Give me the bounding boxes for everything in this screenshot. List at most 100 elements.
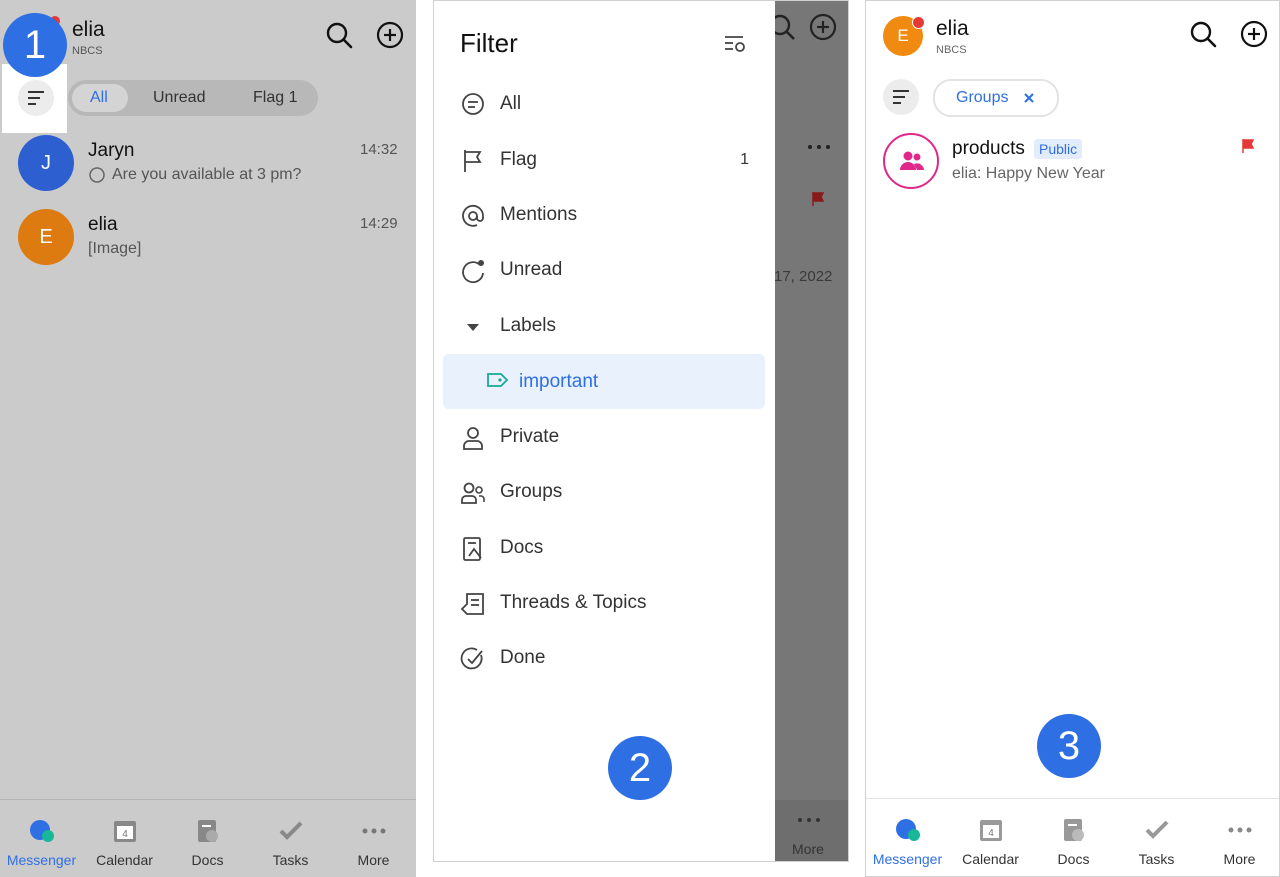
chat-bubble-icon: [462, 93, 484, 115]
document-icon: [463, 537, 482, 561]
avatar: J: [18, 135, 74, 191]
add-circle-icon[interactable]: [1240, 20, 1268, 48]
filter-item-all[interactable]: All: [434, 80, 775, 130]
filter-item-threads-topics[interactable]: Threads & Topics: [434, 579, 775, 629]
chat-row[interactable]: products Public elia: Happy New Year: [866, 129, 1279, 197]
more-dots-icon: [362, 828, 386, 834]
filter-button[interactable]: [883, 79, 919, 115]
chat-time: 14:32: [360, 141, 398, 158]
filter-lines-icon: [28, 91, 44, 105]
add-circle-icon: [809, 13, 837, 41]
person-icon: [463, 427, 483, 450]
tab-label: Calendar: [962, 851, 1019, 867]
unread-icon: [462, 260, 484, 284]
calendar-icon: 4: [114, 821, 136, 842]
add-circle-icon[interactable]: [376, 21, 404, 49]
filter-item-label: Private: [500, 426, 560, 447]
user-org: NBCS: [936, 44, 967, 56]
chat-row[interactable]: E elia 14:29 [Image]: [0, 204, 416, 276]
filter-item-done[interactable]: Done: [434, 634, 775, 684]
filter-item-label: Done: [500, 647, 546, 668]
threads-icon: [460, 593, 484, 615]
tab-label: Messenger: [6, 852, 77, 868]
messenger-panel-step1: elia NBCS 1 All Unread Flag 1 J Jaryn 14…: [0, 0, 416, 877]
check-circle-icon: [460, 647, 483, 670]
messenger-panel-step3: E elia NBCS Groups products Public elia:…: [865, 0, 1280, 877]
tasks-icon: [1145, 820, 1169, 839]
messenger-icon: [30, 820, 54, 842]
filter-item-unread[interactable]: Unread: [434, 246, 775, 296]
user-status-dot: [912, 16, 925, 29]
tab-tasks[interactable]: Tasks: [1115, 799, 1198, 876]
calendar-day: 4: [122, 829, 128, 840]
filter-item-important[interactable]: important: [443, 354, 765, 409]
tab-label: Messenger: [872, 851, 943, 867]
filter-settings-icon[interactable]: [724, 34, 746, 54]
close-icon[interactable]: [1023, 92, 1035, 104]
segment-all[interactable]: All: [90, 89, 108, 107]
segment-flag[interactable]: Flag 1: [253, 89, 297, 107]
unread-status-icon: [89, 167, 105, 183]
search-icon[interactable]: [1189, 20, 1217, 48]
tab-label: Calendar: [96, 852, 153, 868]
docs-icon: [198, 820, 218, 842]
filter-item-count: 1: [740, 151, 749, 168]
segment-unread[interactable]: Unread: [153, 89, 205, 107]
filter-item-label: Labels: [500, 315, 556, 336]
segment-control: All Unread Flag 1: [68, 80, 318, 116]
background-tabbar: More: [775, 800, 848, 861]
tab-label: Tasks: [272, 852, 309, 868]
filter-item-flag[interactable]: Flag 1: [434, 136, 775, 186]
avatar: E: [18, 209, 74, 265]
filter-item-label: All: [500, 93, 522, 114]
filter-item-label: Flag: [500, 149, 537, 170]
tab-label: Docs: [1057, 851, 1090, 867]
search-icon[interactable]: [325, 21, 353, 49]
user-org: NBCS: [72, 45, 103, 57]
chat-preview: elia: Happy New Year: [952, 165, 1105, 182]
chat-time: 14:29: [360, 215, 398, 232]
calendar-icon: 4: [980, 820, 1002, 841]
flag-icon[interactable]: [1241, 138, 1255, 154]
chat-row[interactable]: J Jaryn 14:32 Are you available at 3 pm?: [0, 130, 416, 202]
docs-icon: [1064, 819, 1084, 841]
step-number-badge: 2: [608, 736, 672, 800]
tab-label: More: [357, 852, 390, 868]
filter-drawer-panel-step2: 17, 2022 More Filter All Flag 1 Mentions…: [433, 0, 849, 862]
chat-preview: [Image]: [88, 240, 142, 257]
tab-label: Docs: [191, 852, 224, 868]
public-badge: Public: [1034, 139, 1083, 159]
tab-calendar[interactable]: 4 Calendar: [949, 799, 1032, 876]
filter-drawer: Filter All Flag 1 Mentions Unread Labels…: [434, 1, 775, 861]
more-dots-icon: [808, 145, 830, 149]
tab-more[interactable]: More: [332, 800, 415, 877]
filter-item-groups[interactable]: Groups: [434, 468, 775, 518]
filter-button[interactable]: [18, 80, 54, 116]
filter-item-docs[interactable]: Docs: [434, 524, 775, 574]
tab-calendar[interactable]: 4 Calendar: [83, 800, 166, 877]
active-filter-chip[interactable]: Groups: [933, 79, 1059, 117]
drawer-title: Filter: [460, 28, 518, 58]
active-filter-label: Groups: [956, 89, 1009, 106]
background-date: 17, 2022: [774, 268, 833, 285]
flag-icon: [812, 192, 825, 206]
tab-messenger[interactable]: Messenger: [0, 800, 83, 877]
chat-name: elia: [88, 214, 118, 235]
chat-preview: Are you available at 3 pm?: [112, 166, 302, 183]
tasks-icon: [279, 821, 303, 840]
tab-docs[interactable]: Docs: [166, 800, 249, 877]
filter-item-mentions[interactable]: Mentions: [434, 191, 775, 241]
chat-name: Jaryn: [88, 140, 135, 161]
step-number-badge: 3: [1037, 714, 1101, 778]
filter-item-labels[interactable]: Labels: [434, 302, 775, 352]
tab-docs[interactable]: Docs: [1032, 799, 1115, 876]
user-name: elia: [936, 17, 969, 40]
filter-item-private[interactable]: Private: [434, 413, 775, 463]
tab-tasks[interactable]: Tasks: [249, 800, 332, 877]
people-icon: [461, 482, 485, 504]
bottom-tab-bar: Messenger 4 Calendar Docs Tasks More: [0, 799, 416, 877]
more-dots-icon: [798, 818, 820, 822]
messenger-icon: [896, 819, 920, 841]
tab-more[interactable]: More: [1198, 799, 1279, 876]
tab-messenger[interactable]: Messenger: [866, 799, 949, 876]
